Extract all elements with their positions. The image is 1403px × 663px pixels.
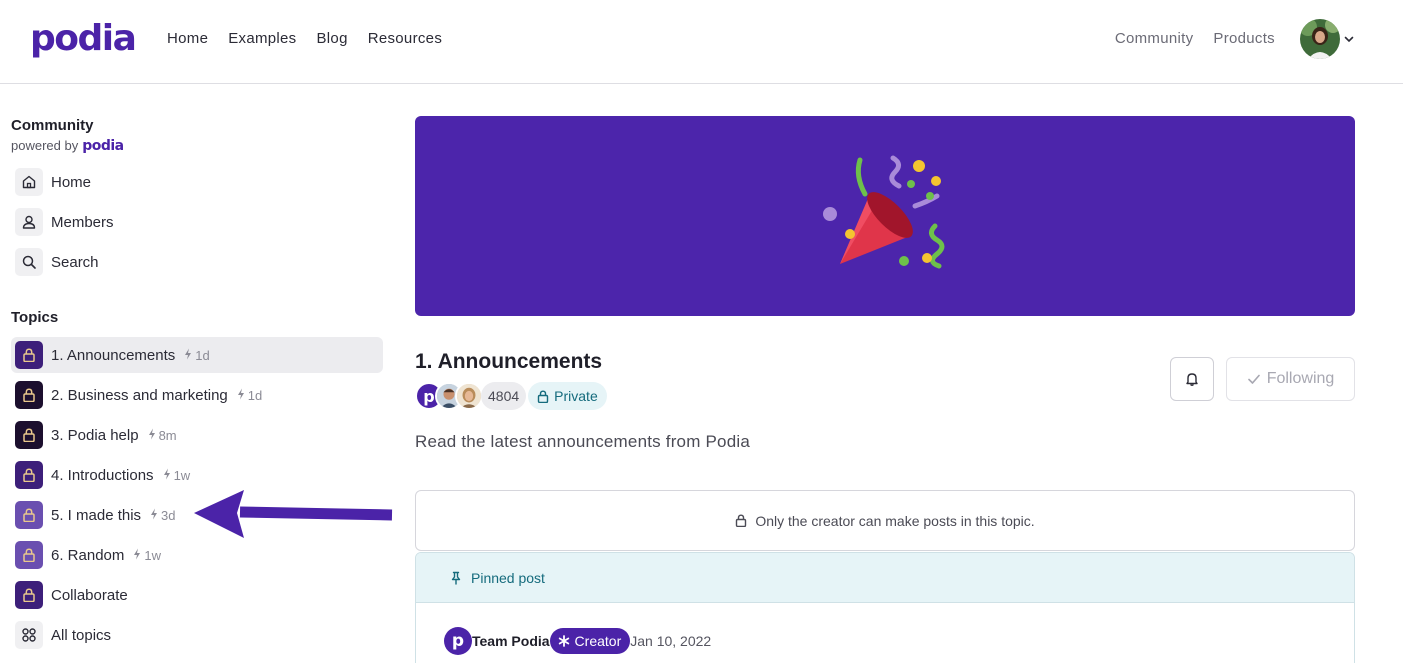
activity-meta: 1d (184, 347, 210, 363)
search-icon (15, 248, 43, 276)
bolt-icon (237, 388, 245, 403)
activity-time: 1w (144, 547, 161, 563)
topic-banner (415, 116, 1355, 316)
topic-description: Read the latest announcements from Podia (415, 432, 750, 451)
activity-meta: 3d (150, 507, 176, 523)
privacy-label: Private (554, 388, 598, 404)
lock-icon (736, 514, 747, 527)
lock-icon (15, 421, 43, 449)
top-header: podia Home Examples Blog Resources Commu… (0, 0, 1403, 84)
sidebar-item-home[interactable]: Home (11, 164, 383, 200)
user-icon (15, 208, 43, 236)
podia-logo[interactable]: podia (30, 18, 137, 59)
grid-icon (15, 621, 43, 649)
pin-icon (451, 571, 461, 585)
sidebar-item-search[interactable]: Search (11, 244, 383, 280)
pinned-label: Pinned post (471, 569, 545, 586)
lock-icon (15, 501, 43, 529)
sidebar-item-members[interactable]: Members (11, 204, 383, 240)
bolt-icon (163, 468, 171, 483)
nav-examples[interactable]: Examples (228, 30, 296, 47)
pinned-post-header: Pinned post (416, 553, 1354, 603)
bolt-icon (148, 428, 156, 443)
sidebar-item-topic[interactable]: 6. Random 1w (11, 537, 383, 573)
lock-icon (15, 461, 43, 489)
arrow-pointer-icon (194, 490, 393, 538)
powered-by-text: powered by (11, 138, 79, 153)
post-date: Jan 10, 2022 (630, 633, 712, 649)
notifications-button[interactable] (1170, 357, 1214, 401)
notice-text: Only the creator can make posts in this … (755, 512, 1035, 529)
nav-resources[interactable]: Resources (368, 30, 442, 47)
activity-meta: 1w (163, 467, 191, 483)
bolt-icon (184, 348, 192, 363)
account-menu[interactable] (1300, 19, 1355, 59)
lock-icon (15, 341, 43, 369)
sidebar-item-label: Collaborate (51, 586, 128, 604)
nav-products[interactable]: Products (1213, 30, 1275, 47)
avatar (455, 382, 483, 410)
post-meta: p Team Podia Creator Jan 10, 2022 (444, 627, 711, 655)
privacy-badge: Private (528, 382, 607, 410)
activity-time: 1d (247, 387, 263, 403)
lock-icon (15, 381, 43, 409)
sidebar-item-label: 3. Podia help (51, 426, 139, 444)
post-author[interactable]: Team Podia (472, 633, 550, 649)
asterisk-icon (558, 635, 569, 647)
bolt-icon (133, 548, 141, 563)
powered-by: powered by podia (11, 138, 124, 154)
member-count: 4804 (481, 382, 527, 410)
main-nav: Home Examples Blog Resources (167, 30, 442, 47)
sidebar-item-label: 2. Business and marketing (51, 386, 228, 404)
activity-time: 8m (158, 427, 177, 443)
page-title: 1. Announcements (415, 350, 603, 373)
activity-time: 3d (161, 507, 176, 523)
bell-icon (1186, 373, 1198, 386)
avatar[interactable] (1300, 19, 1340, 59)
creator-label: Creator (574, 633, 622, 649)
activity-time: 1d (195, 347, 210, 363)
nav-community[interactable]: Community (1115, 30, 1194, 47)
sidebar-item-label: All topics (51, 626, 112, 644)
sidebar-item-label: 5. I made this (51, 506, 142, 524)
podia-mini-logo: podia (82, 138, 124, 154)
check-icon (1247, 374, 1260, 384)
topics-heading: Topics (11, 309, 59, 326)
member-summary[interactable]: p 4804 Private (415, 382, 607, 410)
nav-blog[interactable]: Blog (316, 30, 347, 47)
lock-icon (15, 541, 43, 569)
chevron-down-icon (1344, 36, 1354, 43)
party-popper-icon (823, 155, 945, 269)
sidebar-item-label: 4. Introductions (51, 466, 154, 484)
sidebar-item-topic[interactable]: 3. Podia help 8m (11, 417, 383, 453)
sidebar-item-topic[interactable]: Collaborate (11, 577, 383, 613)
sidebar-item-label: Members (51, 213, 114, 231)
activity-time: 1w (173, 467, 191, 483)
sidebar-item-topic[interactable]: All topics (11, 617, 383, 653)
sidebar-title: Community (11, 117, 94, 134)
activity-meta: 8m (148, 428, 177, 443)
sidebar-item-label: 1. Announcements (51, 346, 176, 364)
activity-meta: 1w (133, 548, 161, 563)
activity-meta: 1d (237, 388, 262, 403)
nav-home[interactable]: Home (167, 30, 208, 47)
home-icon (15, 168, 43, 196)
sidebar-item-label: Search (51, 253, 99, 271)
bolt-icon (150, 508, 158, 523)
right-nav: Community Products (1115, 30, 1275, 47)
posting-restriction-notice: Only the creator can make posts in this … (415, 490, 1355, 551)
lock-icon (15, 581, 43, 609)
sidebar-item-topic[interactable]: 1. Announcements 1d (11, 337, 383, 373)
avatar[interactable]: p (444, 627, 472, 655)
creator-badge: Creator (549, 628, 631, 654)
following-label: Following (1266, 370, 1335, 387)
lock-icon (537, 389, 549, 403)
sidebar-item-topic[interactable]: 2. Business and marketing 1d (11, 377, 383, 413)
sidebar-item-label: 6. Random (51, 546, 125, 564)
following-button[interactable]: Following (1226, 357, 1355, 401)
sidebar-item-label: Home (51, 173, 92, 191)
pinned-post-card[interactable]: Pinned post p Team Podia Creator Jan 10,… (415, 552, 1355, 663)
